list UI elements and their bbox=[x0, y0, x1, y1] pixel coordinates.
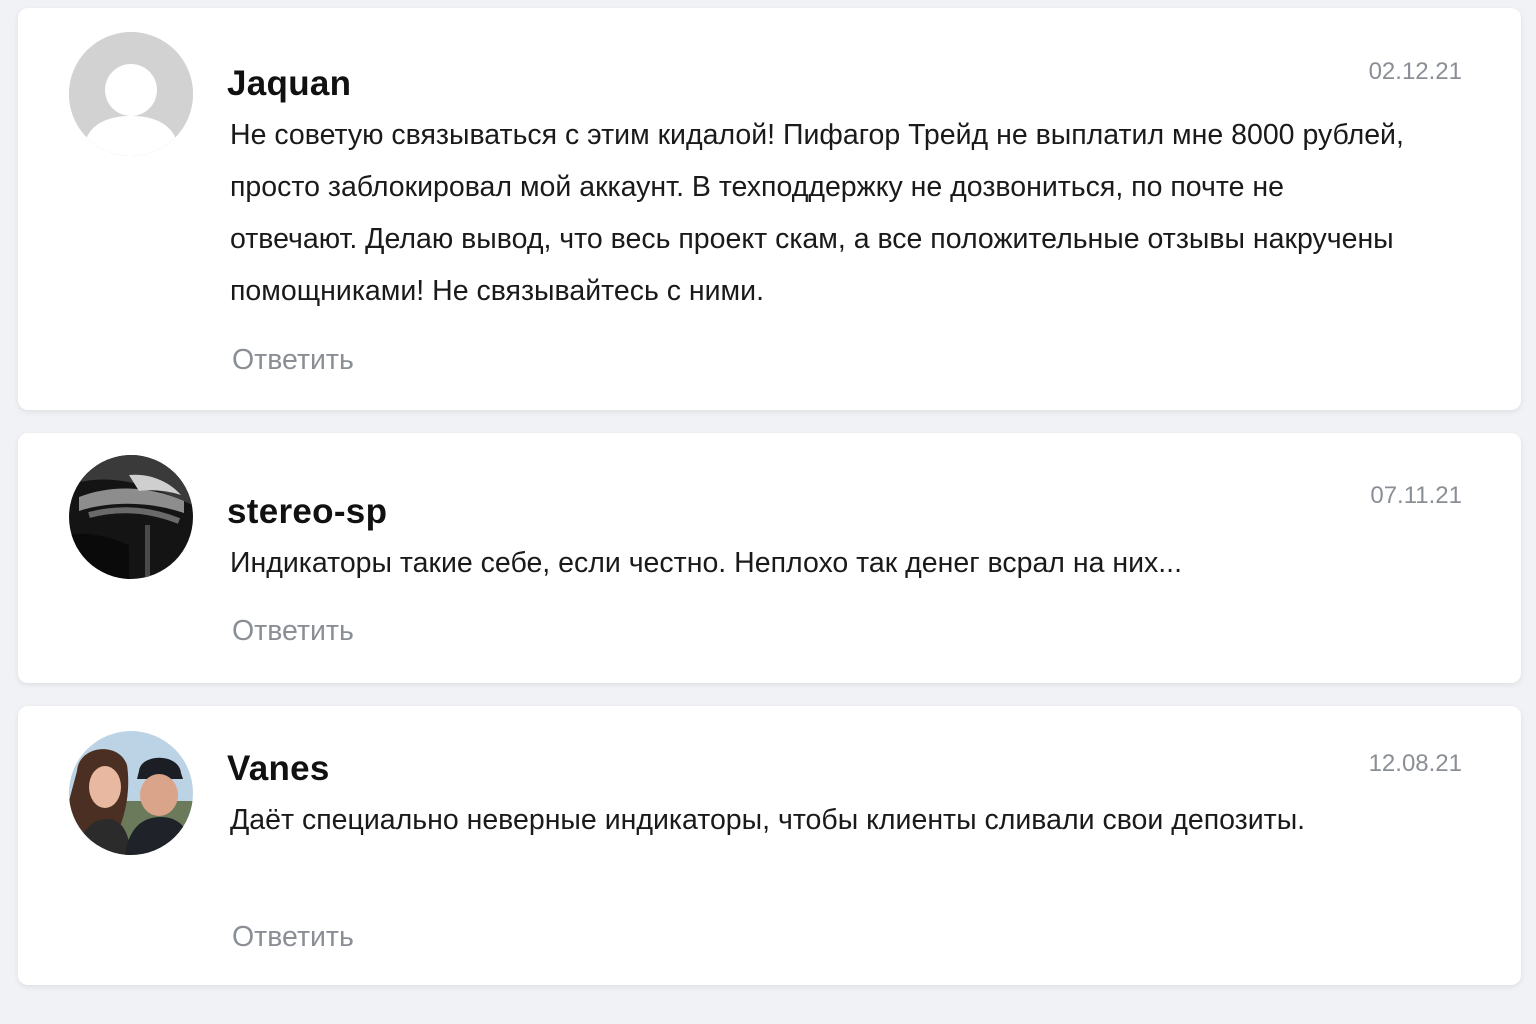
reply-button[interactable]: Ответить bbox=[232, 615, 354, 648]
reply-button[interactable]: Ответить bbox=[232, 921, 354, 954]
comment-card: stereo-sp 07.11.21 Индикаторы такие себе… bbox=[18, 433, 1521, 683]
reply-button[interactable]: Ответить bbox=[232, 344, 354, 377]
comment-author[interactable]: Jaquan bbox=[227, 64, 351, 104]
comment-card: Jaquan 02.12.21 Не советую связываться с… bbox=[18, 8, 1521, 410]
comment-author[interactable]: stereo-sp bbox=[227, 492, 387, 532]
comment-date: 07.11.21 bbox=[1370, 482, 1462, 509]
comment-text: Индикаторы такие себе, если честно. Непл… bbox=[230, 547, 1183, 579]
comment-card: Vanes 12.08.21 Даёт специально неверные … bbox=[18, 706, 1521, 985]
comment-date: 12.08.21 bbox=[1368, 750, 1462, 777]
avatar[interactable] bbox=[69, 32, 193, 156]
default-user-icon bbox=[69, 32, 193, 156]
comment-text: Даёт специально неверные индикаторы, что… bbox=[230, 804, 1306, 836]
comment-author[interactable]: Vanes bbox=[227, 749, 330, 789]
comment-date: 02.12.21 bbox=[1368, 58, 1462, 85]
comment-text: Не советую связываться с этим кидалой! П… bbox=[230, 119, 1404, 307]
avatar[interactable] bbox=[69, 731, 193, 855]
user-photo-dark bbox=[69, 455, 193, 579]
user-photo-couple bbox=[69, 731, 193, 855]
avatar[interactable] bbox=[69, 455, 193, 579]
